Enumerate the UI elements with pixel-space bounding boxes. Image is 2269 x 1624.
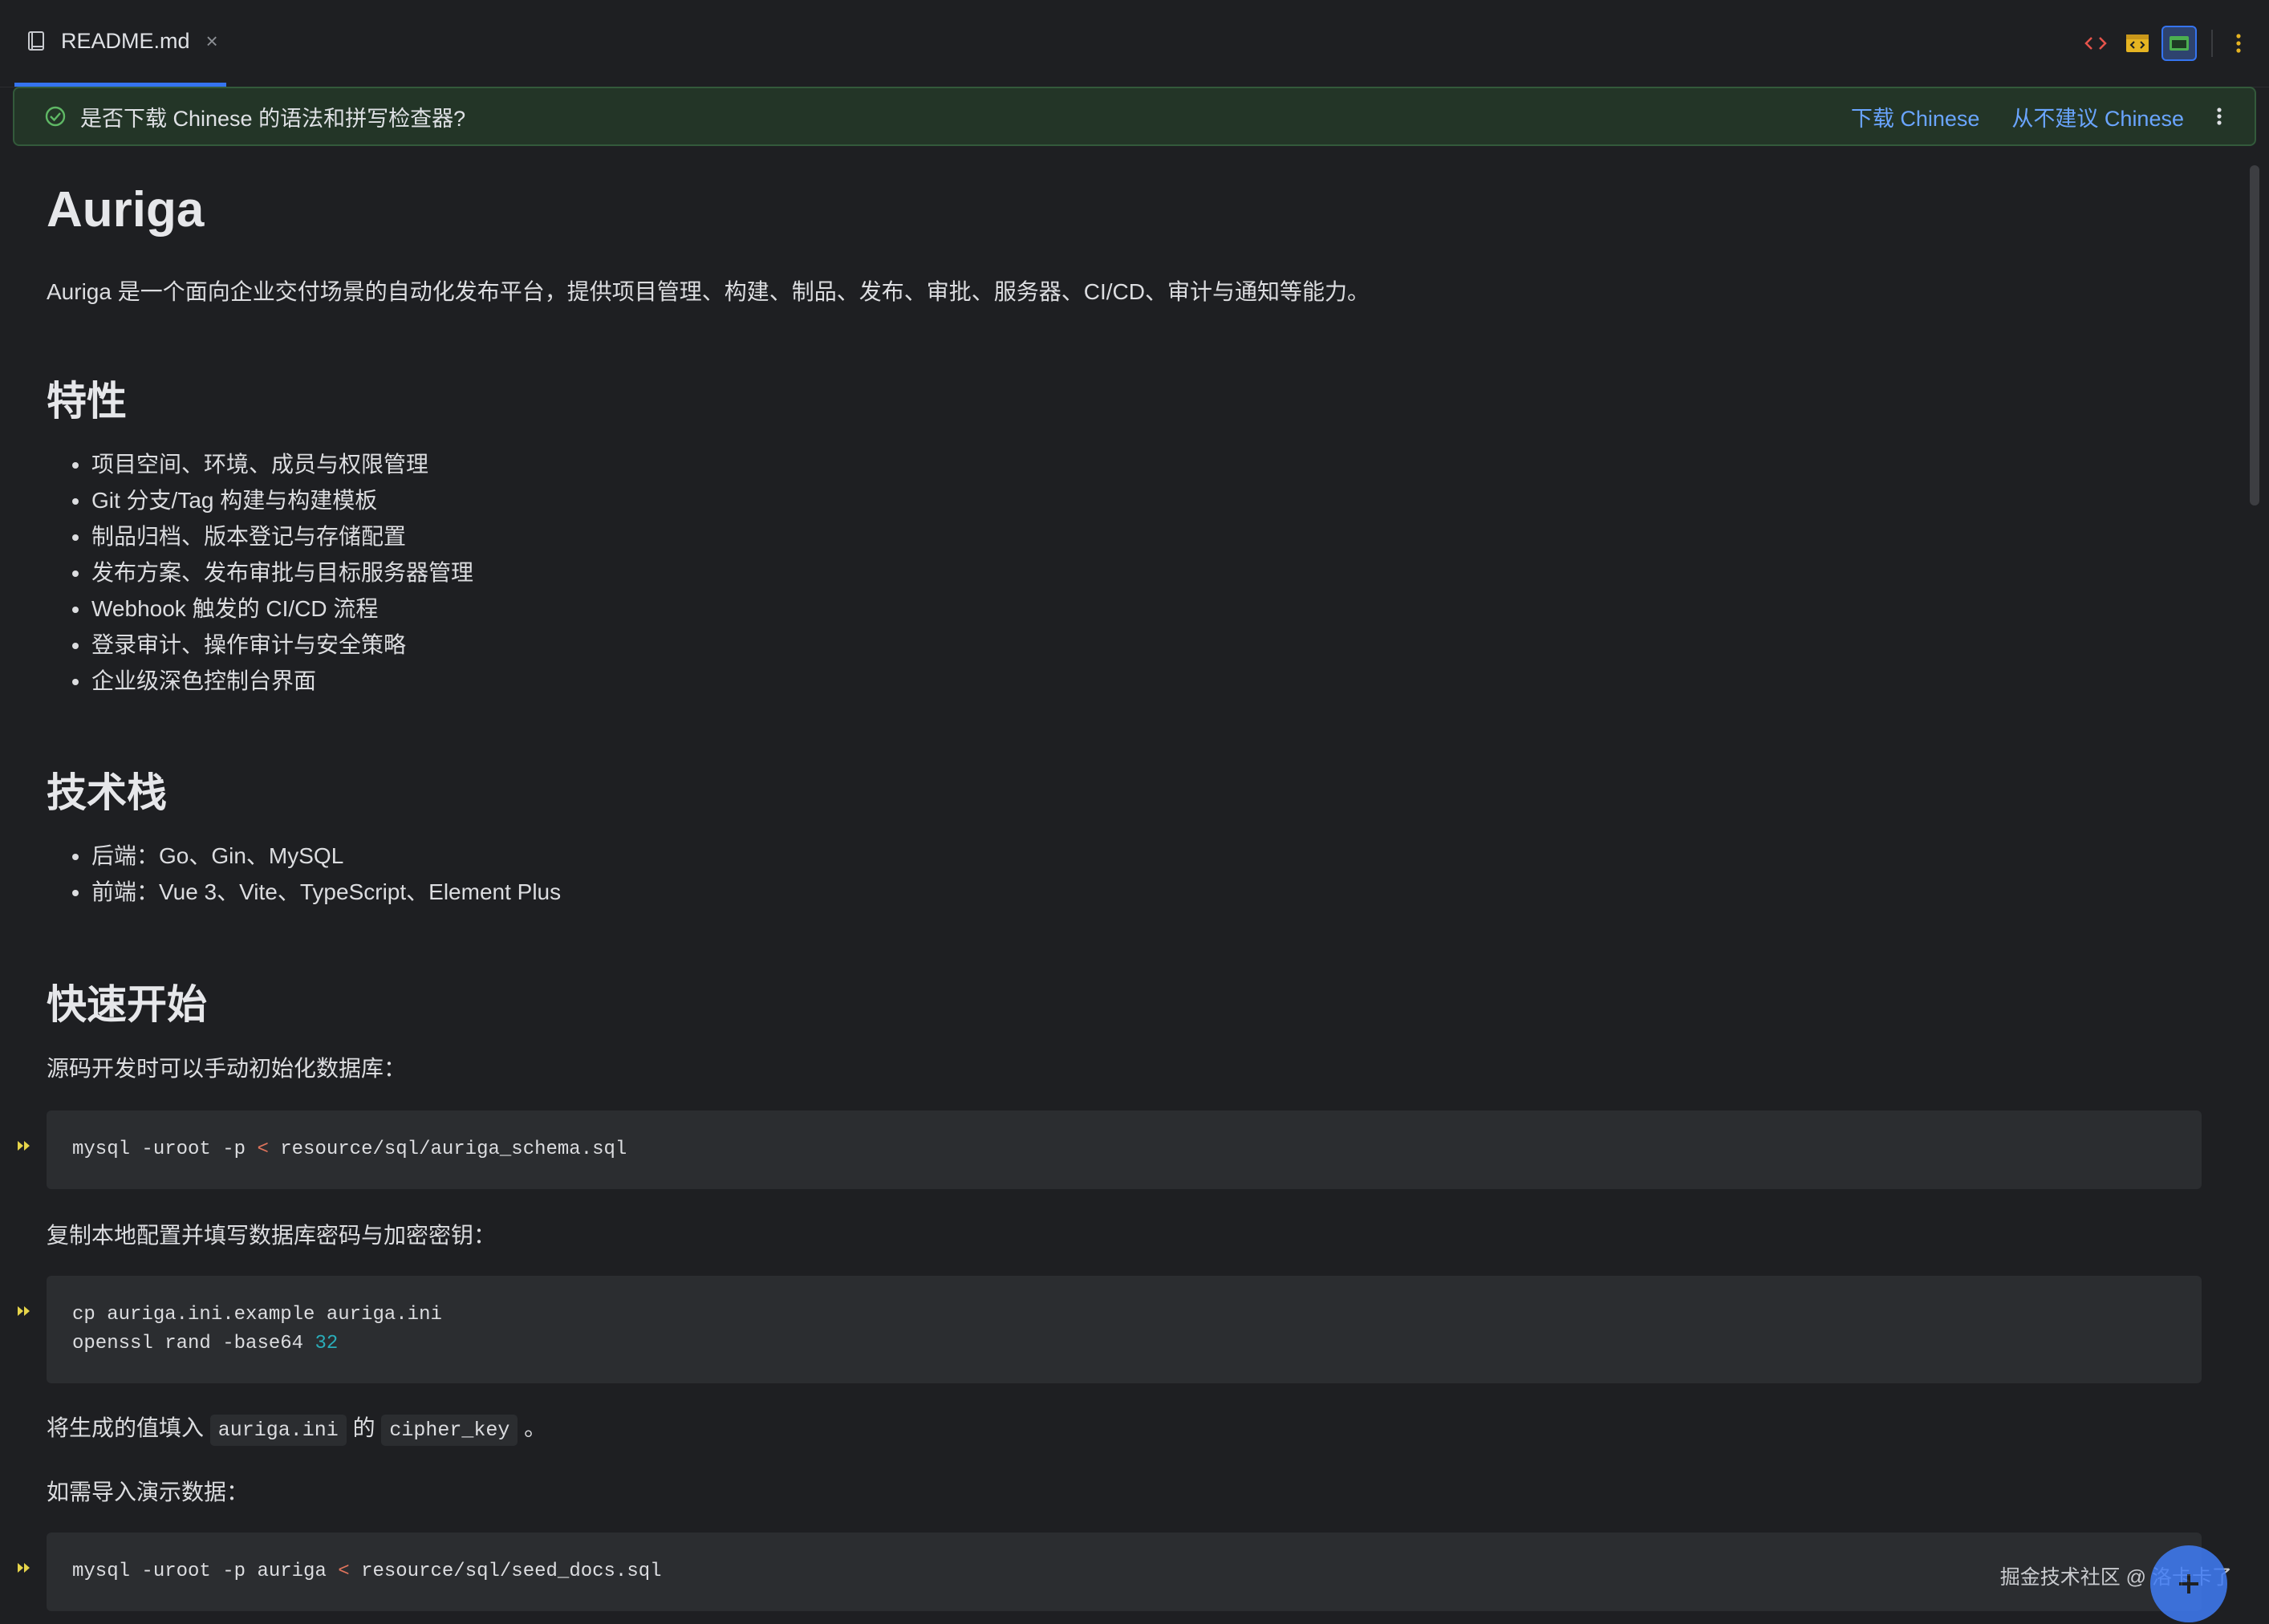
list-item: Webhook 触发的 CI/CD 流程 (47, 591, 473, 627)
run-arrow-icon[interactable] (16, 1303, 34, 1319)
code-operator: < (257, 1139, 269, 1160)
stack-list: 后端：Go、Gin、MySQL 前端：Vue 3、Vite、TypeScript… (47, 838, 561, 910)
qs-paragraph-3: 将生成的值填入 auriga.ini 的 cipher_key 。 (47, 1411, 547, 1446)
features-list: 项目空间、环境、成员与权限管理 Git 分支/Tag 构建与构建模板 制品归档、… (47, 446, 473, 699)
code-text: resource/sql/seed_docs.sql (349, 1561, 662, 1582)
quickstart-heading: 快速开始 (47, 982, 207, 1027)
list-item: 前端：Vue 3、Vite、TypeScript、Element Plus (47, 874, 561, 910)
code-text: mysql -uroot -p (72, 1139, 258, 1160)
split-preview-icon[interactable] (2120, 26, 2155, 61)
inline-code-ini: auriga.ini (209, 1415, 347, 1446)
never-suggest-link[interactable]: 从不建议 Chinese (2011, 101, 2184, 132)
code-line: cp auriga.ini.example auriga.ini (72, 1304, 442, 1326)
spellcheck-banner: 是否下载 Chinese 的语法和拼写检查器? 下载 Chinese 从不建议 … (13, 87, 2256, 146)
plus-icon (2179, 1574, 2198, 1594)
close-icon[interactable]: × (206, 29, 218, 54)
banner-more-icon[interactable] (2216, 106, 2222, 127)
inline-code-cipher: cipher_key (381, 1415, 518, 1446)
text-span: 的 (346, 1415, 382, 1440)
code-text: mysql -uroot -p auriga (72, 1561, 339, 1582)
more-vert-icon[interactable] (2221, 26, 2256, 61)
qs-paragraph-4: 如需导入演示数据： (47, 1480, 250, 1504)
text-span: 将生成的值填入 (47, 1415, 210, 1440)
code-number: 32 (315, 1333, 339, 1354)
list-item: 项目空间、环境、成员与权限管理 (47, 446, 473, 482)
list-item: 制品归档、版本登记与存储配置 (47, 518, 473, 554)
list-item: 登录审计、操作审计与安全策略 (47, 627, 473, 663)
download-chinese-link[interactable]: 下载 Chinese (1851, 101, 1980, 132)
code-view-icon[interactable] (2078, 26, 2113, 61)
code-block-2[interactable]: cp auriga.ini.example auriga.ini openssl… (47, 1276, 2202, 1383)
editor-toolbar (2078, 0, 2269, 87)
features-heading: 特性 (47, 379, 127, 424)
vertical-scrollbar[interactable] (2250, 165, 2259, 505)
check-circle-icon (45, 106, 66, 127)
code-text: openssl rand -base64 (72, 1333, 315, 1354)
book-icon (28, 30, 44, 51)
toolbar-divider (2211, 30, 2213, 57)
list-item: Git 分支/Tag 构建与构建模板 (47, 482, 473, 518)
text-span: 。 (518, 1415, 547, 1440)
code-text: resource/sql/auriga_schema.sql (268, 1139, 627, 1160)
qs-paragraph-1: 源码开发时可以手动初始化数据库： (47, 1056, 407, 1081)
list-item: 企业级深色控制台界面 (47, 663, 473, 699)
stack-heading: 技术栈 (47, 770, 167, 815)
run-arrow-icon[interactable] (16, 1138, 34, 1154)
preview-only-icon[interactable] (2161, 26, 2197, 61)
editor-tab-bar: README.md × (0, 0, 2269, 87)
code-block-1[interactable]: mysql -uroot -p < resource/sql/auriga_sc… (47, 1110, 2202, 1189)
code-operator: < (338, 1561, 350, 1582)
list-item: 发布方案、发布审批与目标服务器管理 (47, 554, 473, 591)
banner-message: 是否下载 Chinese 的语法和拼写检查器? (80, 106, 466, 131)
intro-paragraph: Auriga 是一个面向企业交付场景的自动化发布平台，提供项目管理、构建、制品、… (47, 279, 1370, 304)
code-block-3[interactable]: mysql -uroot -p auriga < resource/sql/se… (47, 1533, 2202, 1611)
tab-readme[interactable]: README.md × (14, 0, 226, 87)
run-arrow-icon[interactable] (16, 1560, 34, 1576)
floating-add-button[interactable] (2150, 1545, 2227, 1622)
tab-label: README.md (61, 29, 190, 53)
banner-actions: 下载 Chinese 从不建议 Chinese (1819, 101, 2255, 132)
list-item: 后端：Go、Gin、MySQL (47, 838, 561, 874)
doc-title: Auriga (47, 182, 205, 238)
qs-paragraph-2: 复制本地配置并填写数据库密码与加密密钥： (47, 1223, 497, 1248)
